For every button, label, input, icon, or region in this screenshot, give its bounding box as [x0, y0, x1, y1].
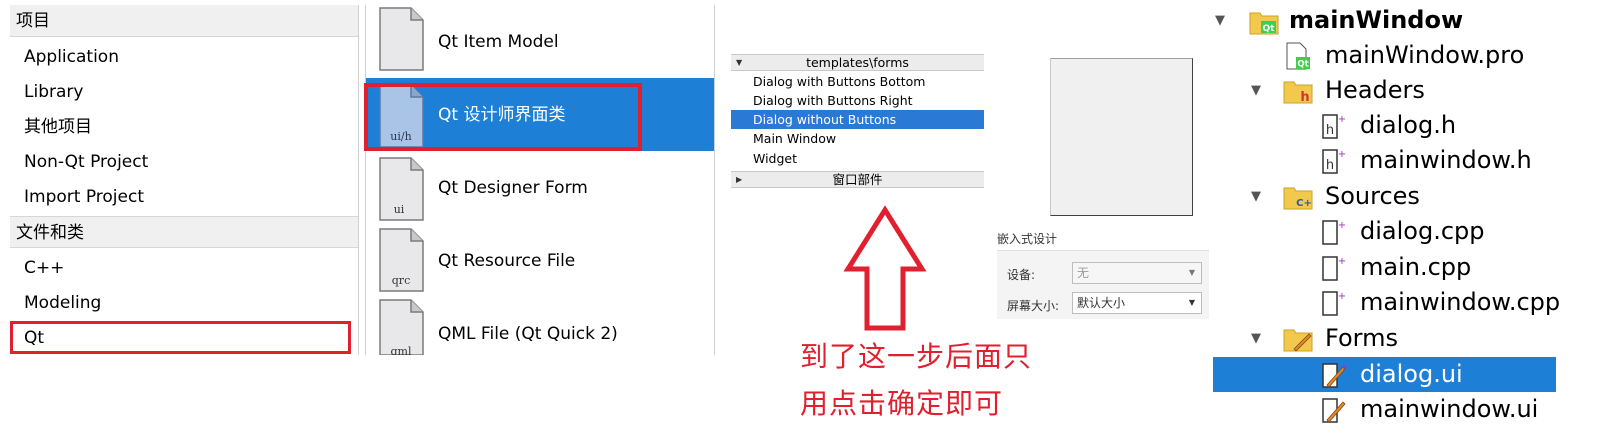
embedded-design-group: 嵌入式设计 设备: 无 ▼ 屏幕大小: 默认大小 ▼ — [995, 228, 1215, 319]
tree-node-file[interactable]: + main.cpp — [1213, 250, 1599, 285]
cpp-file-icon: + — [1322, 291, 1346, 316]
tree-node-sources[interactable]: ▼ C+ Sources — [1213, 179, 1599, 214]
tree-label: Headers — [1325, 76, 1425, 104]
svg-text:+: + — [1340, 362, 1348, 373]
qml-file-icon: qml — [379, 299, 424, 355]
category-item-library[interactable]: Library — [24, 80, 83, 104]
header-file-icon: h + — [1322, 114, 1346, 139]
tree-label: mainwindow.cpp — [1360, 288, 1561, 316]
screen-size-combo[interactable]: 默认大小 ▼ — [1072, 292, 1202, 314]
designer-class-highlight-box — [364, 83, 642, 151]
document-icon — [379, 7, 424, 71]
up-arrow-icon — [843, 205, 927, 331]
category-item-cpp[interactable]: C++ — [24, 256, 64, 280]
form-preview — [1050, 58, 1193, 216]
widget-group-header[interactable]: ▶ 窗口部件 — [731, 171, 984, 188]
screen-size-label: 屏幕大小: — [1007, 299, 1060, 313]
filetype-label: Qt Item Model — [438, 32, 559, 52]
svg-text:+: + — [1338, 149, 1346, 160]
expanded-arrow-icon: ▼ — [1215, 13, 1225, 28]
template-item[interactable]: Widget — [731, 149, 984, 168]
tree-node-forms[interactable]: ▼ Forms — [1213, 321, 1599, 356]
svg-text:+: + — [1338, 220, 1346, 231]
collapse-arrow-icon: ▼ — [736, 58, 743, 67]
tree-node-file[interactable]: + mainwindow.cpp — [1213, 285, 1599, 320]
tree-label: dialog.h — [1360, 111, 1457, 139]
tree-node-file[interactable]: h + dialog.h — [1213, 108, 1599, 143]
expanded-arrow-icon: ▼ — [1251, 331, 1261, 346]
template-tree: ▼ templates\forms Dialog with Buttons Bo… — [731, 54, 984, 190]
template-item[interactable]: Dialog with Buttons Right — [731, 91, 984, 110]
filetype-label: Qt Resource File — [438, 251, 576, 271]
device-label: 设备: — [1007, 268, 1036, 282]
expanded-arrow-icon: ▼ — [1251, 189, 1261, 204]
svg-text:+: + — [1338, 114, 1346, 125]
svg-text:Qt: Qt — [1297, 60, 1308, 70]
template-item[interactable]: Main Window — [731, 129, 984, 148]
svg-text:h: h — [1300, 90, 1309, 104]
tree-node-pro-file[interactable]: Qt mainWindow.pro — [1213, 38, 1599, 73]
chevron-down-icon: ▼ — [1188, 298, 1195, 307]
svg-text:qml: qml — [391, 345, 412, 355]
tree-node-file[interactable]: + dialog.cpp — [1213, 214, 1599, 249]
qt-highlight-box — [10, 321, 351, 354]
svg-text:Qt: Qt — [1263, 24, 1276, 34]
filetype-list: Qt Item Model ui/h Qt 设计师界面类 ui Qt Desig… — [364, 5, 715, 355]
tree-label: dialog.ui — [1360, 360, 1463, 388]
category-list: 项目 Application Library 其他项目 Non-Qt Proje… — [10, 5, 359, 355]
tree-label: Forms — [1325, 324, 1398, 352]
category-item-import-project[interactable]: Import Project — [24, 185, 144, 209]
tree-node-headers[interactable]: ▼ h Headers — [1213, 73, 1599, 108]
svg-text:+: + — [1338, 256, 1346, 267]
tree-label: mainwindow.h — [1360, 146, 1532, 174]
svg-text:qrc: qrc — [392, 274, 410, 287]
ui-file-icon: ui — [379, 157, 424, 221]
filetype-label: Qt Designer Form — [438, 178, 588, 198]
tree-label: Sources — [1325, 182, 1420, 210]
svg-text:h: h — [1326, 123, 1334, 138]
svg-text:C+: C+ — [1296, 198, 1312, 209]
expanded-arrow-icon: ▼ — [1251, 83, 1261, 98]
tree-node-file[interactable]: h + mainwindow.h — [1213, 143, 1599, 178]
category-header-files: 文件和类 — [10, 216, 358, 248]
tree-label: main.cpp — [1360, 253, 1472, 281]
ui-form-file-icon: + — [1322, 362, 1348, 388]
svg-text:ui: ui — [394, 203, 405, 216]
tree-label: dialog.cpp — [1360, 217, 1485, 245]
category-item-other-project[interactable]: 其他项目 — [24, 115, 92, 139]
header-file-icon: h + — [1322, 149, 1346, 174]
device-combo[interactable]: 无 ▼ — [1072, 262, 1202, 284]
category-item-application[interactable]: Application — [24, 45, 119, 69]
qt-project-folder-icon: Qt — [1249, 12, 1279, 35]
sources-folder-icon: C+ — [1283, 187, 1313, 210]
tree-node-file[interactable]: mainwindow.ui — [1213, 392, 1599, 427]
ui-form-file-icon — [1322, 398, 1346, 423]
qt-pro-file-icon: Qt — [1286, 42, 1310, 70]
svg-text:h: h — [1326, 158, 1334, 173]
tree-node-file-selected[interactable]: + dialog.ui — [1213, 357, 1556, 392]
category-item-modeling[interactable]: Modeling — [24, 291, 101, 315]
tree-label: mainWindow — [1289, 6, 1464, 34]
tree-node-root[interactable]: ▼ Qt mainWindow — [1213, 3, 1599, 38]
tree-label: mainwindow.ui — [1360, 395, 1539, 423]
cpp-file-icon: + — [1322, 256, 1346, 281]
template-item[interactable]: Dialog with Buttons Bottom — [731, 72, 984, 91]
template-item-selected[interactable]: Dialog without Buttons — [731, 110, 984, 129]
category-header-project: 项目 — [10, 5, 358, 37]
tree-label: mainWindow.pro — [1325, 41, 1525, 69]
annotation-line-2: 用点击确定即可 — [800, 387, 1004, 420]
embedded-design-title: 嵌入式设计 — [997, 232, 1058, 246]
chevron-down-icon: ▼ — [1188, 268, 1195, 277]
expand-arrow-icon: ▶ — [736, 175, 743, 184]
cpp-file-icon: + — [1322, 220, 1346, 245]
category-item-non-qt-project[interactable]: Non-Qt Project — [24, 150, 148, 174]
headers-folder-icon: h — [1283, 81, 1313, 104]
forms-folder-icon — [1283, 329, 1313, 352]
filetype-label: QML File (Qt Quick 2) — [438, 324, 618, 344]
svg-text:+: + — [1338, 291, 1346, 302]
template-group-header[interactable]: ▼ templates\forms — [731, 54, 984, 71]
project-tree: ▼ Qt mainWindow Qt mainWindow.pro ▼ h He… — [1213, 0, 1599, 437]
qrc-file-icon: qrc — [379, 228, 424, 292]
annotation-line-1: 到了这一步后面只 — [800, 340, 1033, 373]
